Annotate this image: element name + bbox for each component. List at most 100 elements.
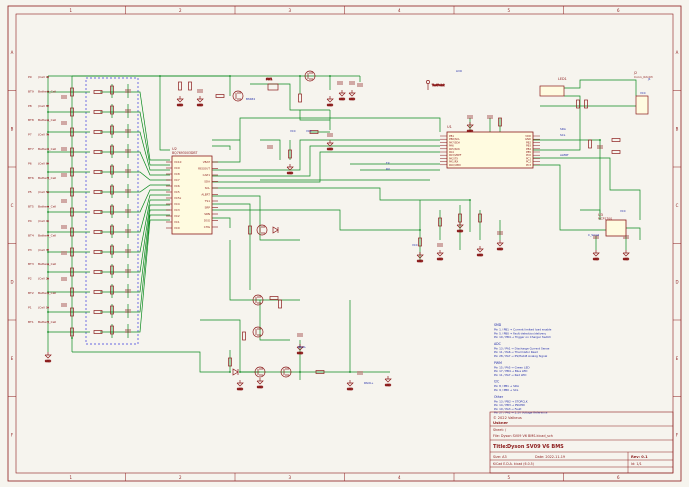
wire: [212, 203, 251, 290]
net-label: VCC: [620, 209, 626, 213]
ground-icon: GND: [593, 250, 600, 261]
connector-cell: (Cell 1): [38, 305, 49, 309]
notes-section-title: I2C: [494, 380, 500, 384]
title-date: Date: 2022-11-19: [535, 455, 565, 459]
resistor-icon: [178, 81, 182, 91]
connector-item: BT2 Battery_Cell: [28, 291, 56, 295]
frame-col-label: 3: [288, 8, 291, 13]
connector-cell: Battery_Cell: [38, 233, 56, 237]
resistor-icon: [215, 94, 225, 98]
sheet-frame-outer: [7, 5, 682, 482]
notes-section-title: PWM: [494, 361, 502, 365]
ground-label: GND: [497, 247, 503, 251]
led-ref: LED1: [558, 77, 567, 81]
connector-pin-dot: [47, 306, 49, 309]
afe-pin-label: SRP: [205, 206, 211, 210]
junction: [599, 139, 601, 141]
connector-pin-dot: [47, 220, 49, 222]
frame-row-label: C: [11, 203, 14, 208]
junction: [159, 75, 161, 77]
ground-icon: GND: [257, 378, 264, 389]
notes-block: SMDPin 1 / PB1 → Current limited load en…: [494, 323, 552, 415]
connector-pin: BT5: [28, 205, 34, 209]
title-size: Size: A3: [493, 455, 507, 459]
net-label: ALERT: [560, 153, 569, 157]
switch-label: SW1: [266, 77, 273, 81]
capacitor-icon: [337, 81, 343, 85]
junction: [349, 371, 351, 373]
connector-cell: (Cell 9): [38, 75, 49, 79]
wire: [100, 111, 170, 166]
connector-pin-dot: [47, 191, 49, 193]
net-label: J1: [647, 77, 651, 81]
resistor-icon: [584, 99, 588, 109]
ground-label: GND: [349, 97, 355, 101]
wire: [560, 79, 637, 96]
junction: [469, 199, 471, 201]
connector-pin: P4: [28, 219, 32, 223]
connector-pin-dot: [47, 177, 49, 179]
frame-row-label: C: [676, 203, 679, 208]
junction: [239, 371, 241, 373]
connector-pin: BT8: [28, 118, 34, 122]
frame-col-label: 1: [69, 8, 72, 13]
connector-cell: Battery_Cell: [38, 147, 56, 151]
net-label: BSS84: [246, 97, 255, 101]
afe-pin-label: VC8: [174, 172, 180, 176]
afe-pin-label: SDA: [204, 180, 210, 184]
mcu-pin-label: PA0/UPDI: [449, 163, 461, 167]
junction: [419, 229, 421, 231]
connector-cell: (Cell 7): [38, 133, 49, 137]
junction: [229, 75, 231, 77]
junction: [47, 331, 49, 333]
capacitor-icon: [61, 225, 67, 229]
frame-col-label: 3: [288, 475, 291, 480]
connector-pin-dot: [47, 148, 49, 150]
connector-pin-dot: [47, 263, 49, 266]
frame-col-label: 2: [179, 475, 182, 480]
connector-item: BT1 Battery_Cell: [28, 320, 56, 324]
capacitor-icon: [327, 133, 333, 137]
notes-line: Pin 9 / PB0 → SCL: [494, 388, 519, 392]
afe-pin-label: TS1: [204, 199, 210, 203]
notes-line: Pin 10 / PB4 → Trigger on Charger Switch: [494, 335, 551, 339]
connector-pin: P2: [28, 277, 32, 281]
connector-item: BT5 Battery_Cell: [28, 205, 56, 209]
connector-pin: P8: [28, 104, 32, 108]
ground-icon: GND: [177, 96, 184, 107]
resistor-icon: [278, 299, 282, 309]
net-label: VCC: [306, 129, 312, 133]
ground-label: GND: [417, 259, 423, 263]
capacitor-icon: [357, 83, 363, 87]
connector-pin: P5: [28, 190, 32, 194]
resistor-icon: [576, 99, 580, 109]
afe-pin-label: VC5: [174, 190, 180, 194]
title-id: Id: 1/1: [631, 462, 642, 466]
connector-pin-dot: [47, 205, 49, 208]
afe-pin-label: CAP1: [203, 173, 211, 177]
connector-pin-dot: [47, 76, 49, 78]
led-connector: LED1: [539, 77, 567, 97]
connector-pin: P6: [28, 161, 32, 165]
title-block: © 2022 Valkeus Uskner Sheet: / File: Dys…: [489, 411, 674, 474]
junction: [329, 75, 331, 77]
notes-section-title: Other: [494, 395, 504, 399]
ground-icon: GND: [287, 164, 294, 175]
ground-label: GND: [339, 97, 345, 101]
wire: [212, 145, 231, 150]
connector-pin-dot: [47, 321, 49, 323]
ground-icon: GND: [385, 376, 392, 387]
connector-cell: Battery_Cell: [38, 291, 56, 295]
connector-pin-dot: [47, 133, 49, 136]
wire: [212, 139, 440, 171]
ground-label: GND: [237, 387, 243, 391]
ground-label: GND: [477, 253, 483, 257]
afe-pin-label: VC7: [174, 178, 180, 182]
frame-col-label: 5: [507, 475, 510, 480]
afe-pin-label: VBAT: [203, 160, 211, 164]
notes-line: Pin 28 / PA7 → PS/Hall-B Analog Signal: [494, 354, 548, 358]
frame-row-label: E: [11, 356, 14, 361]
wire: [72, 351, 230, 373]
ground-icon: GND: [623, 250, 630, 261]
mcu-pin-label: PC3: [526, 163, 531, 167]
